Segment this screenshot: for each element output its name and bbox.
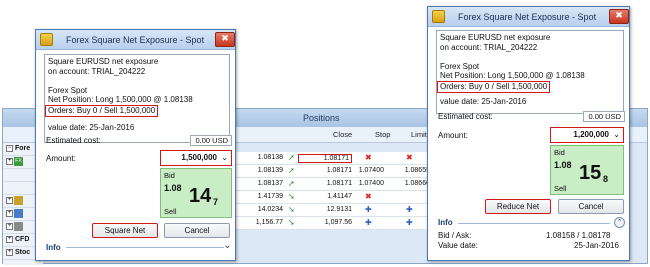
fx-icon: FX: [14, 157, 23, 166]
amount-input[interactable]: 1,500,000 ⌄: [160, 150, 232, 166]
instrument-icon: [14, 222, 23, 231]
close-icon[interactable]: ✖: [609, 9, 629, 24]
app-icon: [40, 33, 53, 46]
info-section-header[interactable]: Info: [438, 218, 453, 227]
trend-down-icon: ➘: [288, 205, 295, 214]
dialog-title: Forex Square Net Exposure - Spot: [66, 35, 205, 45]
divider: [458, 223, 610, 224]
limit-icon[interactable]: ✚: [406, 205, 413, 214]
quote-tenth-pip: 7: [213, 197, 219, 207]
quote-pips: 15: [579, 162, 602, 184]
chevron-up-icon[interactable]: ⌃: [614, 217, 625, 228]
limit-icon[interactable]: ✚: [406, 218, 413, 227]
positions-title: Positions: [303, 113, 340, 123]
column-header-stop[interactable]: Stop: [375, 130, 390, 139]
trend-up-icon: ➚: [288, 166, 295, 175]
amount-input[interactable]: 1,200,000 ⌄: [550, 127, 624, 143]
stop-icon[interactable]: ✚: [365, 218, 372, 227]
exposure-info-box: Square EURUSD net exposure on account: T…: [436, 30, 624, 114]
instrument-icon: [14, 209, 23, 218]
value-date-label: Value date:: [438, 241, 478, 250]
value-date-line: value date: 25-Jan-2016: [440, 96, 527, 106]
value-date-value: 25-Jan-2016: [574, 241, 619, 250]
trend-up-icon: ➚: [288, 153, 295, 162]
square-net-button[interactable]: Square Net: [92, 223, 158, 238]
info-section-header[interactable]: Info: [46, 243, 61, 252]
chevron-down-icon[interactable]: ⌄: [613, 128, 620, 141]
bid-ask-label: Bid / Ask:: [438, 231, 472, 240]
dialog-titlebar: Forex Square Net Exposure - Spot ✖: [36, 30, 235, 50]
table-row[interactable]: 1,156.77 ➘ 1,097.56 ✚ ✚: [230, 217, 430, 230]
estimated-cost-value: 0.00 USD: [583, 111, 625, 122]
quote-side: Sell: [554, 184, 567, 193]
info-line: Square EURUSD net exposure: [48, 57, 159, 66]
chevron-down-icon[interactable]: ⌄: [221, 151, 228, 164]
close-position-icon[interactable]: ✖: [365, 153, 372, 162]
amount-value: 1,500,000: [181, 153, 217, 162]
info-line: Square EURUSD net exposure: [440, 33, 551, 42]
quote-tenth-pip: 8: [603, 174, 609, 184]
info-line: on account: TRIAL_204222: [48, 66, 146, 76]
expand-icon[interactable]: +: [6, 158, 13, 165]
quote-label: Bid: [164, 171, 175, 180]
app-icon: [432, 10, 445, 23]
info-line: Forex Spot: [48, 85, 88, 95]
expand-icon[interactable]: +: [6, 249, 13, 256]
stop-icon[interactable]: ✚: [365, 205, 372, 214]
expand-icon[interactable]: +: [6, 223, 13, 230]
table-row[interactable]: 1.41739 ➘ 1.41147 ✖: [230, 191, 430, 204]
cancel-button[interactable]: Cancel: [164, 223, 230, 238]
orders-line: Orders: Buy 0 / Sell 1,500,000: [437, 80, 551, 93]
estimated-cost-label: Estimated cost:: [46, 136, 101, 145]
bid-quote-tile[interactable]: Bid 1.08 14 7 Sell: [160, 168, 232, 218]
bid-ask-value: 1.08158 / 1.08178: [546, 231, 611, 240]
table-row[interactable]: 1.08139 ➚ 1.08171 1.07400 1.08655: [230, 165, 430, 178]
quote-big-figure: 1.08: [164, 183, 182, 193]
estimated-cost-label: Estimated cost:: [438, 112, 493, 121]
quote-pips: 14: [189, 185, 212, 207]
dialog-title: Forex Square Net Exposure - Spot: [458, 12, 597, 22]
reduce-net-button[interactable]: Reduce Net: [485, 199, 551, 214]
info-line: on account: TRIAL_204222: [440, 42, 538, 52]
exposure-info-box: Square EURUSD net exposure on account: T…: [44, 54, 230, 143]
amount-label: Amount:: [46, 154, 76, 163]
expand-icon[interactable]: +: [6, 197, 13, 204]
instrument-icon: [14, 196, 23, 205]
table-row[interactable]: 1.08137 ➚ 1.08171 1.07400 1.08660: [230, 178, 430, 191]
close-position-icon[interactable]: ✖: [365, 192, 372, 201]
table-row[interactable]: 14.0234 ➘ 12.9131 ✚ ✚: [230, 204, 430, 217]
expand-icon[interactable]: +: [6, 210, 13, 217]
trend-down-icon: ➘: [288, 218, 295, 227]
cancel-button[interactable]: Cancel: [558, 199, 624, 214]
chevron-down-icon[interactable]: ⌄: [222, 241, 233, 252]
trend-down-icon: ➘: [288, 192, 295, 201]
bid-quote-tile[interactable]: Bid 1.08 15 8 Sell: [550, 145, 624, 195]
orders-line: Orders: Buy 0 / Sell 1,500,000: [45, 104, 159, 117]
amount-value: 1,200,000: [573, 130, 609, 139]
estimated-cost-value: 0.00 USD: [190, 135, 232, 146]
trend-up-icon: ➚: [288, 179, 295, 188]
close-position-icon[interactable]: ✖: [406, 153, 413, 162]
divider: [66, 247, 224, 248]
net-position-line: Net Position: Long 1,500,000 @ 1.08138: [440, 71, 585, 81]
quote-label: Bid: [554, 148, 565, 157]
column-header-close[interactable]: Close: [333, 130, 352, 139]
expand-icon[interactable]: +: [6, 236, 13, 243]
table-row[interactable]: 1.08138 ➚ 1.08171 ✖ ✖: [230, 152, 430, 165]
square-net-dialog: Forex Square Net Exposure - Spot ✖ Squar…: [35, 29, 236, 261]
close-icon[interactable]: ✖: [215, 32, 235, 47]
net-position-line: Net Position: Long 1,500,000 @ 1.08138: [48, 95, 193, 105]
dialog-titlebar: Forex Square Net Exposure - Spot ✖: [428, 7, 629, 27]
column-header-limit[interactable]: Limit: [411, 130, 427, 139]
collapse-icon[interactable]: −: [6, 145, 13, 152]
quote-side: Sell: [164, 207, 177, 216]
amount-label: Amount:: [438, 131, 468, 140]
info-line: Forex Spot: [440, 61, 480, 71]
reduce-net-dialog: Forex Square Net Exposure - Spot ✖ Squar…: [427, 6, 630, 261]
quote-big-figure: 1.08: [554, 160, 572, 170]
value-date-line: value date: 25-Jan-2016: [48, 122, 135, 132]
